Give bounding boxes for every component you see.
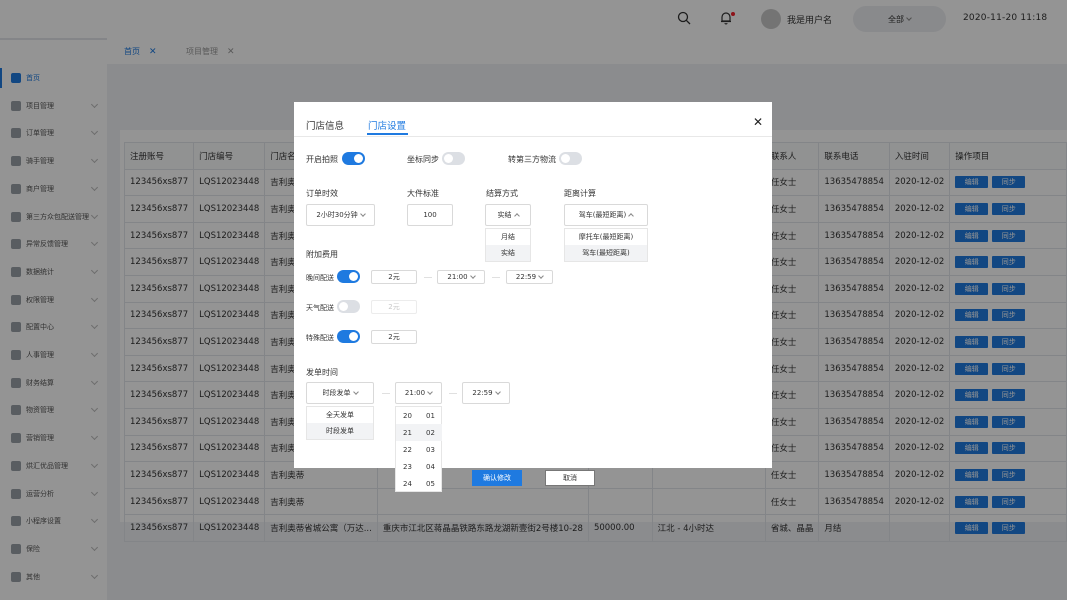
chevron-down-icon <box>359 210 366 217</box>
night-label: 晚间配送 <box>306 274 334 282</box>
minute-option[interactable]: 03 <box>419 441 442 458</box>
distance-option[interactable]: 摩托车(最短距离) <box>565 229 647 245</box>
settle-dropdown: 月结 实结 <box>485 228 531 262</box>
coord-sync-label: 坐标同步 <box>407 155 439 164</box>
toggle-knob <box>561 154 570 163</box>
range-dash <box>424 277 432 278</box>
dispatch-end-select[interactable]: 22:59 <box>462 382 510 404</box>
chevron-down-icon <box>352 388 359 395</box>
confirm-button[interactable]: 确认修改 <box>472 470 522 486</box>
night-end-select[interactable]: 22:59 <box>506 270 553 284</box>
big-item-input[interactable]: 100 <box>407 204 453 226</box>
weather-fee-value: 2元 <box>388 303 400 311</box>
weather-label: 天气配送 <box>306 304 334 312</box>
minute-option[interactable]: 05 <box>419 475 442 492</box>
special-toggle[interactable] <box>337 330 360 343</box>
extra-fee-label: 附加费用 <box>306 250 338 259</box>
special-fee-input[interactable]: 2元 <box>371 330 417 344</box>
modal-divider <box>294 136 772 137</box>
photo-label: 开启拍照 <box>306 155 338 164</box>
special-fee-value: 2元 <box>388 333 400 341</box>
settle-option[interactable]: 月结 <box>486 229 530 245</box>
toggle-knob <box>349 332 358 341</box>
distance-option[interactable]: 驾车(最短距离) <box>565 245 647 261</box>
hour-column: 20 21 22 23 24 <box>396 407 419 492</box>
time-picker-dropdown: 20 21 22 23 24 01 02 03 04 05 <box>395 406 442 492</box>
minute-option[interactable]: 01 <box>419 407 442 424</box>
third-party-toggle[interactable] <box>559 152 582 165</box>
settle-label: 结算方式 <box>486 189 518 198</box>
cancel-button[interactable]: 取消 <box>545 470 595 486</box>
dispatch-start-value: 21:00 <box>404 389 426 397</box>
night-fee-value: 2元 <box>388 273 400 281</box>
third-party-label: 转第三方物流 <box>508 155 556 164</box>
dispatch-option[interactable]: 全天发单 <box>307 407 373 423</box>
toggle-knob <box>444 154 453 163</box>
night-toggle[interactable] <box>337 270 360 283</box>
tab-store-settings[interactable]: 门店设置 <box>368 118 406 132</box>
minute-column: 01 02 03 04 05 <box>419 407 442 492</box>
range-dash <box>449 393 457 394</box>
dispatch-mode-dropdown: 全天发单 时段发单 <box>306 406 374 440</box>
chevron-down-icon <box>494 388 501 395</box>
toggle-knob <box>339 302 348 311</box>
settle-option[interactable]: 实结 <box>486 245 530 261</box>
active-tab-indicator <box>367 133 408 135</box>
night-end-value: 22:59 <box>515 273 537 281</box>
toggle-knob <box>354 154 363 163</box>
minute-option[interactable]: 04 <box>419 458 442 475</box>
coord-sync-toggle[interactable] <box>442 152 465 165</box>
night-start-value: 21:00 <box>447 273 468 281</box>
settle-select[interactable]: 实结 <box>485 204 531 226</box>
range-dash <box>492 277 500 278</box>
night-fee-input[interactable]: 2元 <box>371 270 417 284</box>
distance-dropdown: 摩托车(最短距离) 驾车(最短距离) <box>564 228 648 262</box>
chevron-down-icon <box>427 388 433 395</box>
dispatch-mode-select[interactable]: 时段发单 <box>306 382 374 404</box>
distance-select[interactable]: 驾车(最短距离) <box>564 204 648 226</box>
range-dash <box>382 393 390 394</box>
close-icon[interactable]: ✕ <box>753 115 763 129</box>
order-time-select[interactable]: 2小时30分钟 <box>306 204 375 226</box>
tab-store-info[interactable]: 门店信息 <box>306 118 344 132</box>
weather-fee-input[interactable]: 2元 <box>371 300 417 314</box>
settle-value: 实结 <box>497 211 512 219</box>
big-item-label: 大件标准 <box>407 189 439 198</box>
dispatch-label: 发单时间 <box>306 368 338 377</box>
dispatch-mode-value: 时段发单 <box>322 389 351 397</box>
order-time-label: 订单时效 <box>306 189 338 198</box>
night-start-select[interactable]: 21:00 <box>437 270 485 284</box>
chevron-down-icon <box>469 272 476 279</box>
distance-label: 距离计算 <box>564 189 596 198</box>
big-item-value: 100 <box>423 211 437 219</box>
order-time-value: 2小时30分钟 <box>316 211 358 219</box>
toggle-knob <box>349 272 358 281</box>
hour-option[interactable]: 21 <box>396 424 419 441</box>
hour-option[interactable]: 20 <box>396 407 419 424</box>
dispatch-end-value: 22:59 <box>472 389 493 397</box>
photo-toggle[interactable] <box>342 152 365 165</box>
dispatch-option[interactable]: 时段发单 <box>307 423 373 439</box>
weather-toggle[interactable] <box>337 300 360 313</box>
store-settings-modal: 门店信息 门店设置 ✕ 开启拍照 坐标同步 转第三方物流 订单时效 大件标准 结… <box>294 102 772 492</box>
chevron-down-icon <box>538 272 544 279</box>
minute-option[interactable]: 02 <box>419 424 442 441</box>
distance-value: 驾车(最短距离) <box>578 211 627 219</box>
special-label: 特殊配送 <box>306 334 334 342</box>
chevron-up-icon <box>628 213 635 219</box>
hour-option[interactable]: 24 <box>396 475 419 492</box>
hour-option[interactable]: 22 <box>396 441 419 458</box>
dispatch-start-select[interactable]: 21:00 <box>395 382 442 404</box>
chevron-up-icon <box>513 213 520 219</box>
hour-option[interactable]: 23 <box>396 458 419 475</box>
